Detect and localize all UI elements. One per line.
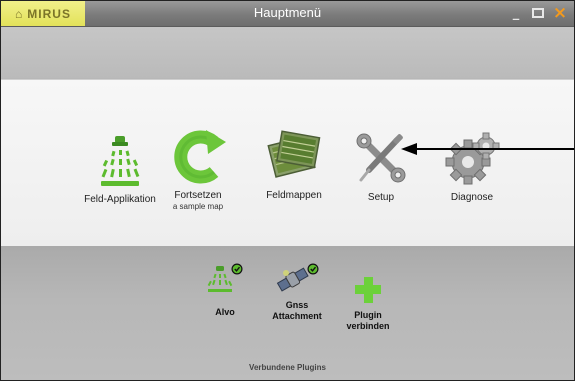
satellite-icon: [276, 263, 319, 292]
title-bar: ⌂ MIRUS Hauptmenü _ ×: [1, 1, 574, 27]
menu-item-label: Setup: [367, 192, 395, 203]
plugin-label-line1: Gnss: [285, 300, 309, 310]
maximize-button[interactable]: [530, 4, 546, 22]
plugin-verbinden[interactable]: Plugin verbinden: [343, 276, 393, 332]
pointer-arrow: [401, 143, 574, 155]
main-menu-panel: Feld-Applikation Fortsetzen a sample map: [1, 79, 574, 247]
close-icon: ×: [552, 3, 568, 23]
plugins-footer-label: Verbundene Plugins: [249, 363, 326, 372]
minimize-icon: _: [512, 5, 520, 21]
plugin-label: Alvo: [215, 307, 235, 317]
wrench-screwdriver-icon: [356, 133, 406, 183]
field-maps-icon: [267, 130, 321, 178]
minimize-button[interactable]: _: [508, 4, 524, 22]
top-band: [1, 27, 574, 79]
close-button[interactable]: ×: [552, 3, 568, 23]
menu-item-label: Feldmappen: [266, 190, 322, 201]
menu-item-feldmappen[interactable]: Feldmappen: [263, 126, 325, 201]
plus-icon: [355, 277, 381, 303]
resume-icon: [174, 130, 226, 184]
menu-item-label: Diagnose: [450, 192, 494, 203]
plugin-alvo[interactable]: Alvo: [207, 262, 243, 318]
menu-item-label: Fortsetzen: [174, 190, 222, 201]
window-controls: _ ×: [508, 3, 568, 23]
maximize-icon: [532, 8, 544, 18]
plugin-label-line2: Attachment: [272, 311, 322, 321]
sprayer-icon: [207, 263, 243, 292]
menu-item-fortsetzen[interactable]: Fortsetzen a sample map: [165, 126, 231, 211]
window-title: Hauptmenü: [253, 5, 322, 20]
plugin-gnss-attachment[interactable]: Gnss Attachment: [267, 262, 327, 322]
menu-item-label: Feld-Applikation: [84, 194, 156, 205]
main-window: ⌂ MIRUS Hauptmenü _ × Feld-Applikation F…: [0, 0, 575, 381]
sprayer-icon: [101, 136, 140, 186]
menu-item-sublabel: a sample map: [172, 202, 224, 211]
plugin-label-line2: verbinden: [346, 321, 390, 331]
plugins-panel: Alvo Gnss Attachment Plugin verbinden Ve…: [1, 246, 574, 380]
menu-item-feld-applikation[interactable]: Feld-Applikation: [81, 134, 159, 205]
plugin-label-line1: Plugin: [354, 310, 382, 320]
